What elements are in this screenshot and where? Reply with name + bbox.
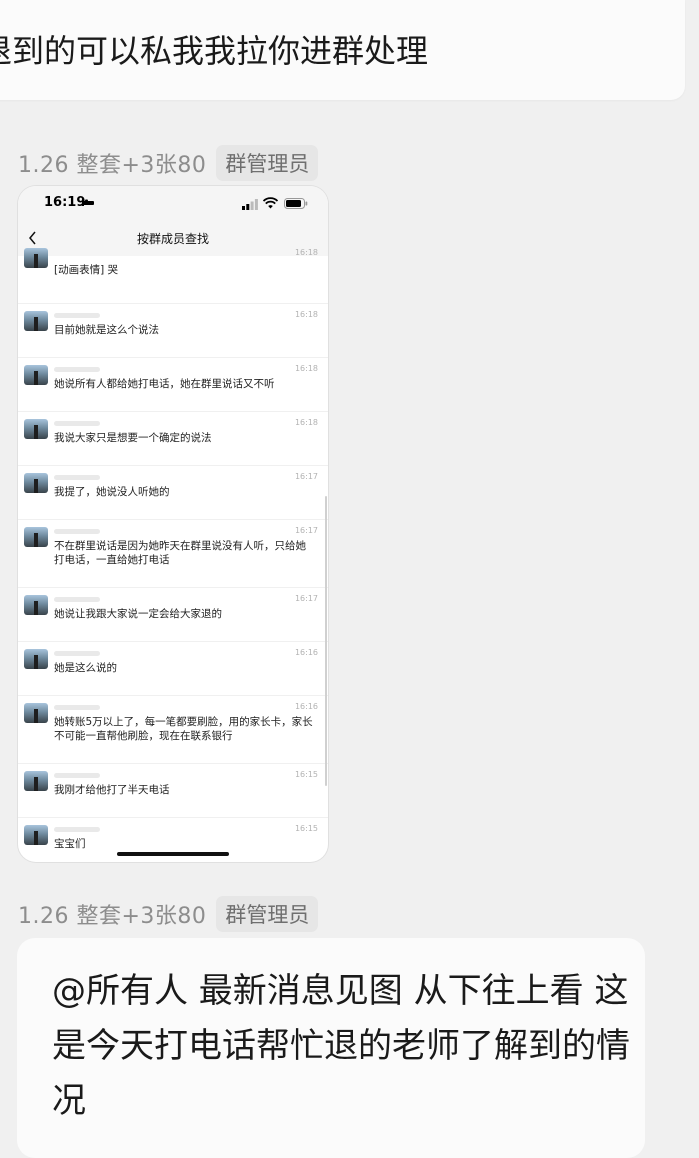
list-item[interactable]: 16:16 她转账5万以上了，每一笔都要刷脸，用的家长卡，家长不可能一直帮他刷脸… [18,696,328,764]
sleep-mode-icon [82,199,94,206]
avatar [24,248,48,268]
message-text: 她说让我跟大家说一定会给大家退的 [54,608,222,620]
list-item[interactable]: 16:16 她是这么说的 [18,642,328,696]
message-text: 宝宝们 [54,838,86,850]
avatar [24,473,48,493]
blurred-name [54,421,100,426]
message-time: 16:18 [294,364,318,373]
sender-name[interactable]: 1.26 整套+3张80 [18,898,206,930]
blurred-name [54,597,100,602]
list-item[interactable]: 16:18 我说大家只是想要一个确定的说法 [18,412,328,466]
blurred-name [54,827,100,832]
list-item[interactable]: 16:18 她说所有人都给她打电话，她在群里说话又不听 [18,358,328,412]
message-text: 我刚才给他打了半天电话 [54,784,170,796]
message-time: 16:16 [294,702,318,711]
list-item[interactable]: 16:18 [动画表情] 哭 [18,248,328,304]
sender-name[interactable]: 1.26 整套+3张80 [18,147,206,179]
role-badge: 群管理员 [216,145,319,181]
message-time: 16:18 [294,418,318,427]
avatar [24,771,48,791]
chat-screenshot-image[interactable]: 16:19 按群成员查找 16:18 [动画表情] 哭 16:18 目前她就是这… [18,186,328,862]
message-list: 16:18 [动画表情] 哭 16:18 目前她就是这么个说法 16:18 她说… [18,248,328,862]
blurred-name [54,773,100,778]
avatar [24,595,48,615]
avatar [24,419,48,439]
sender-row: 1.26 整套+3张80 群管理员 [18,895,319,933]
list-item[interactable]: 16:17 她说让我跟大家说一定会给大家退的 [18,588,328,642]
list-item[interactable]: 16:17 不在群里说话是因为她昨天在群里说没有人听，只给她打电话，一直给她打电… [18,520,328,588]
wifi-icon [263,197,278,209]
avatar [24,311,48,331]
message-text: 她说所有人都给她打电话，她在群里说话又不听 [54,378,275,390]
message-time: 16:17 [294,526,318,535]
blurred-name [54,475,100,480]
blurred-name [54,313,100,318]
message-time: 16:18 [294,310,318,319]
message-text: 不在群里说话是因为她昨天在群里说没有人听，只给她打电话，一直给她打电话 [54,540,306,566]
status-bar: 16:19 [18,186,328,222]
previous-message-bubble[interactable]: 退到的可以私我我拉你进群处理 [0,0,685,100]
avatar [24,649,48,669]
home-indicator [117,852,229,856]
message-text: 她转账5万以上了，每一笔都要刷脸，用的家长卡，家长不可能一直帮他刷脸，现在在联系… [54,716,313,742]
message-text: 我提了，她说没人听她的 [54,486,170,498]
avatar [24,527,48,547]
sender-row: 1.26 整套+3张80 群管理员 [18,144,319,182]
blurred-name [54,651,100,656]
avatar [24,825,48,845]
scrollbar[interactable] [325,496,327,786]
message-time: 16:17 [294,594,318,603]
signal-icon [242,199,258,210]
nav-title: 按群成员查找 [136,232,209,246]
message-time: 16:15 [294,770,318,779]
message-time: 16:18 [294,248,318,257]
message-text: 她是这么说的 [54,662,117,674]
message-text: 我说大家只是想要一个确定的说法 [54,432,212,444]
announcement-text: @所有人 最新消息见图 从下往上看 这是今天打电话帮忙退的老师了解到的情况 [52,971,630,1121]
list-item[interactable]: 16:17 我提了，她说没人听她的 [18,466,328,520]
blurred-name [54,705,100,710]
blurred-name [54,529,100,534]
previous-message-text: 退到的可以私我我拉你进群处理 [0,32,429,70]
avatar [24,703,48,723]
list-item[interactable]: 16:18 目前她就是这么个说法 [18,304,328,358]
message-time: 16:15 [294,824,318,833]
avatar [24,365,48,385]
message-text: [动画表情] 哭 [54,264,119,276]
battery-icon [284,198,308,209]
message-text: 目前她就是这么个说法 [54,324,159,336]
announcement-bubble[interactable]: @所有人 最新消息见图 从下往上看 这是今天打电话帮忙退的老师了解到的情况 [17,938,645,1158]
message-time: 16:17 [294,472,318,481]
role-badge: 群管理员 [216,896,319,932]
list-item[interactable]: 16:15 我刚才给他打了半天电话 [18,764,328,818]
blurred-name [54,367,100,372]
status-time: 16:19 [44,195,86,210]
message-time: 16:16 [294,648,318,657]
